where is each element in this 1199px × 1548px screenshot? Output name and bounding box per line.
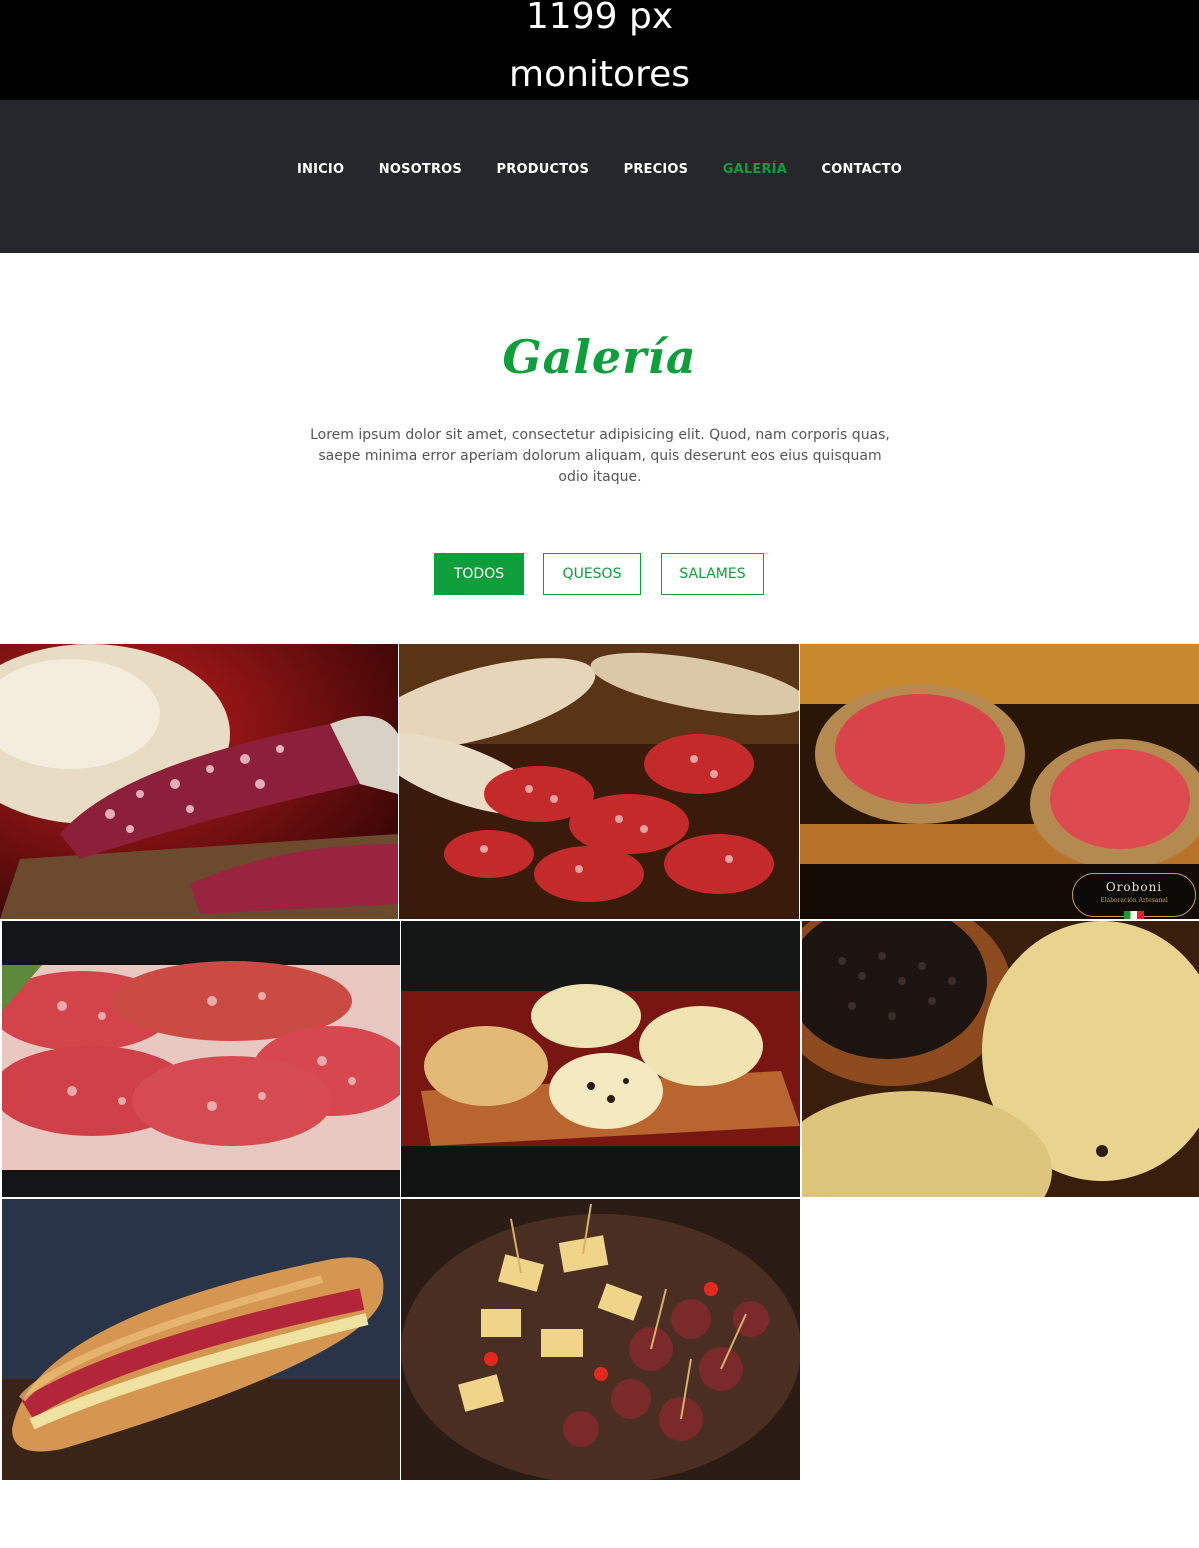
nav-item-nosotros[interactable]: NOSOTROS [379,162,462,177]
nav-menu: INICIO NOSOTROS PRODUCTOS PRECIOS GALERÍ… [0,162,1199,177]
filter-quesos-button[interactable]: QUESOS [543,553,641,595]
gallery-image-picada-platter[interactable] [401,1199,800,1480]
filter-todos-button[interactable]: TODOS [434,553,524,595]
oroboni-logo: Oroboni Elaboración Artesanal [1072,873,1196,919]
main-navbar: INICIO NOSOTROS PRODUCTOS PRECIOS GALERÍ… [0,100,1199,253]
nav-item-contacto[interactable]: CONTACTO [822,162,902,177]
gallery-image-salame-sandwich[interactable] [2,1199,400,1480]
gallery-image-salame-slices[interactable] [2,921,400,1197]
nav-item-productos[interactable]: PRODUCTOS [497,162,590,177]
screen-size-banner: 1199 px monitores [0,0,1199,100]
gallery-image-cheese-wheels-on-board[interactable] [401,921,800,1197]
nav-item-inicio[interactable]: INICIO [297,162,344,177]
gallery-intro-text: Lorem ipsum dolor sit amet, consectetur … [310,427,890,485]
gallery-image-cheese-and-peppercorns[interactable] [802,921,1199,1197]
nav-item-galeria[interactable]: GALERÍA [723,162,787,177]
italy-flag-icon [1124,911,1144,919]
logo-name: Oroboni [1105,880,1163,894]
gallery-image-sliced-salames[interactable] [399,644,799,919]
banner-line-1: 1199 px [525,0,674,37]
logo-tagline: Elaboración Artesanal [1100,897,1168,904]
nav-item-precios[interactable]: PRECIOS [624,162,689,177]
page-title: Galería [502,330,697,384]
banner-line-2: monitores [509,54,690,95]
filter-salames-button[interactable]: SALAMES [661,553,764,595]
gallery-image-salame-with-bread[interactable] [0,644,398,919]
